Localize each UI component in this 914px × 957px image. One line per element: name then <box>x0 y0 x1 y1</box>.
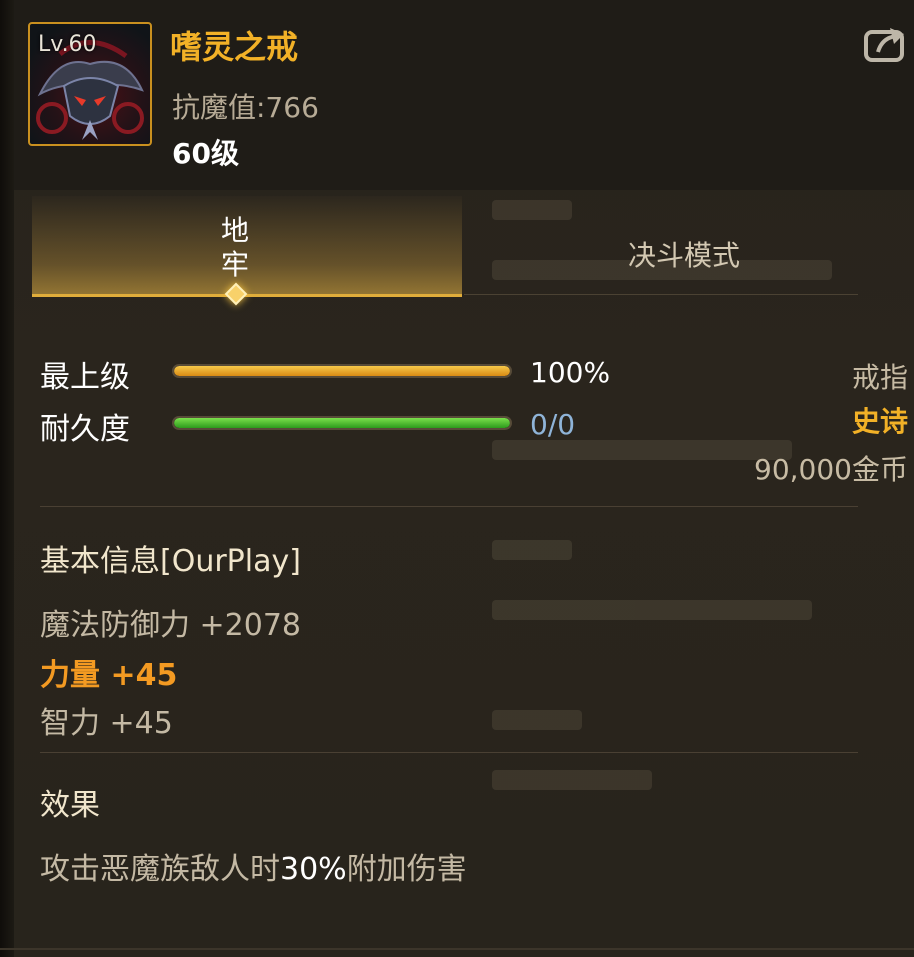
item-name: 嗜灵之戒 <box>170 28 299 66</box>
item-rarity: 史诗 <box>851 405 908 438</box>
attr-magic-defense: 魔法防御力 +2078 <box>40 608 302 643</box>
effect-title: 效果 <box>40 788 100 823</box>
item-required-level: 60级 <box>172 137 239 170</box>
active-tab-diamond-icon <box>224 282 248 306</box>
tab-duel-label: 决斗模式 <box>628 239 741 272</box>
share-icon <box>864 28 904 62</box>
top-level-label: 最上级 <box>40 360 130 395</box>
tab-dungeon-label: 地牢 <box>220 214 249 281</box>
tab-duel-mode[interactable]: 决斗模式 <box>464 196 858 295</box>
tab-dungeon[interactable]: 地牢 <box>32 196 462 306</box>
background-overlap-content <box>480 190 900 930</box>
top-level-bar-fill <box>174 366 510 376</box>
effect-text-before: 攻击恶魔族敌人时 <box>40 852 280 887</box>
effect-text-after: 附加伤害 <box>346 852 467 887</box>
divider <box>40 752 858 753</box>
durability-value: 0/0 <box>530 408 576 441</box>
item-tooltip-panel: Lv.60 嗜灵之戒 抗魔值:766 60级 地牢 决斗模式 最上级 100% … <box>0 0 914 957</box>
bottom-divider <box>0 948 914 950</box>
item-price: 90,000金币 <box>754 453 908 486</box>
top-level-bar <box>172 364 512 378</box>
item-level-badge: Lv.60 <box>38 32 97 57</box>
share-button[interactable] <box>864 24 908 64</box>
effect-description: 攻击恶魔族敌人时30%附加伤害 <box>40 844 467 888</box>
durability-bar <box>172 416 512 430</box>
effect-highlight: 30% <box>280 852 347 887</box>
panel-left-edge <box>0 0 14 957</box>
mode-tabs: 地牢 决斗模式 <box>32 196 858 306</box>
basic-info-title: 基本信息[OurPlay] <box>40 544 301 579</box>
attr-intelligence: 智力 +45 <box>40 706 173 741</box>
durability-bar-fill <box>174 418 510 428</box>
top-level-value: 100% <box>530 356 611 389</box>
item-icon: Lv.60 <box>28 22 152 146</box>
anti-magic-value: 抗魔值:766 <box>172 91 319 124</box>
item-type: 戒指 <box>851 361 908 394</box>
attr-strength: 力量 +45 <box>40 658 178 693</box>
durability-label: 耐久度 <box>40 412 130 447</box>
divider <box>40 506 858 507</box>
